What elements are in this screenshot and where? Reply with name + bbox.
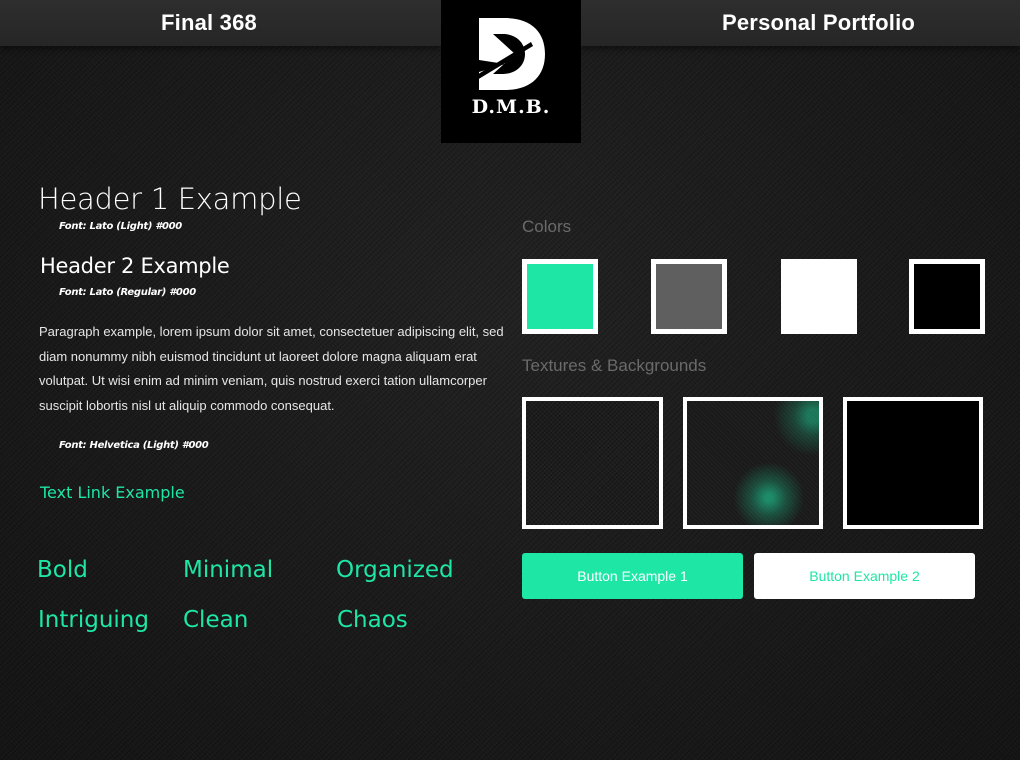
button-example-2[interactable]: Button Example 2	[754, 553, 975, 599]
color-swatch-gray	[651, 259, 727, 334]
text-link-example[interactable]: Text Link Example	[40, 483, 185, 502]
header-1-example: Header 1 Example	[38, 182, 302, 216]
color-swatch-black	[909, 259, 985, 334]
header-2-example: Header 2 Example	[40, 254, 230, 278]
keyword-minimal: Minimal	[183, 557, 274, 583]
keyword-clean: Clean	[183, 607, 249, 633]
keyword-bold: Bold	[37, 557, 88, 583]
top-bar-right: Personal Portfolio	[581, 0, 1020, 46]
color-swatch-green	[522, 259, 598, 334]
header-1-font-note: Font: Lato (Light) #000	[59, 221, 182, 232]
paragraph-font-note: Font: Helvetica (Light) #000	[59, 440, 209, 451]
keyword-organized: Organized	[336, 557, 454, 583]
portfolio-title: Personal Portfolio	[722, 10, 916, 35]
paragraph-example: Paragraph example, lorem ipsum dolor sit…	[39, 324, 504, 413]
logo-text: D.M.B.	[471, 96, 551, 118]
top-bar-left: Final 368	[0, 0, 441, 46]
keyword-intriguing: Intriguing	[38, 607, 149, 633]
colors-label: Colors	[522, 217, 572, 236]
texture-green-splatter	[683, 397, 823, 529]
keyword-chaos: Chaos	[337, 607, 408, 633]
logo[interactable]: D.M.B.	[441, 0, 581, 143]
logo-d-icon	[475, 18, 545, 90]
color-swatch-white	[781, 259, 857, 334]
texture-solid-black	[843, 397, 983, 529]
textures-label: Textures & Backgrounds	[522, 356, 707, 375]
texture-dark-canvas	[522, 397, 663, 529]
header-2-font-note: Font: Lato (Regular) #000	[59, 287, 196, 298]
button-example-1[interactable]: Button Example 1	[522, 553, 743, 599]
project-title: Final 368	[161, 10, 257, 35]
